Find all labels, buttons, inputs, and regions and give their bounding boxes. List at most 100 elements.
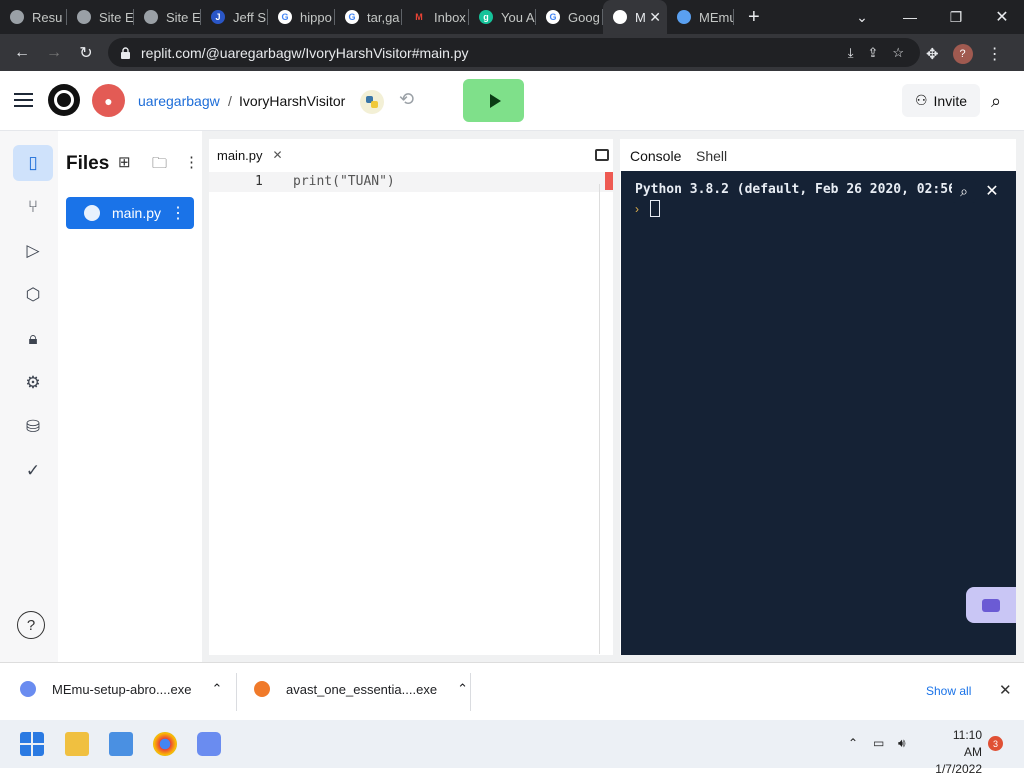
browser-menu-icon[interactable]: ⋮ [987,44,1003,64]
chevron-up-icon[interactable]: ⌃ [211,681,222,697]
files-title: Files [66,153,110,174]
file-menu-icon[interactable]: ⋮ [170,203,186,223]
profile-avatar[interactable]: ? [952,44,973,64]
lock-icon [121,46,130,59]
console-search-icon[interactable]: ⌕ [952,179,976,203]
browser-tab[interactable]: Ghippo [268,0,335,34]
share-icon[interactable]: ⇪ [867,45,878,61]
console-output: Python 3.8.2 (default, Feb 26 2020, 02:5… [635,182,965,197]
avatar[interactable]: ● [92,84,125,117]
tab-shell[interactable]: Shell [688,139,735,169]
python-file-icon [84,205,100,221]
minimize-icon[interactable]: — [888,0,932,34]
forward-icon[interactable]: → [38,44,70,62]
browser-tab[interactable]: J Jeff S [201,0,268,34]
url-bar[interactable]: replit.com/@uaregarbagw/IvoryHarshVisito… [108,38,920,67]
tab-console[interactable]: Console [622,139,689,169]
reload-icon[interactable]: ↻ [70,43,102,63]
checkmark-icon[interactable]: ✓ [13,453,53,489]
close-window-icon[interactable]: ✕ [980,0,1024,34]
browser-tab[interactable]: Site E [134,0,201,34]
extensions-icon[interactable]: ✥ [926,45,939,63]
chevron-up-icon[interactable]: ⌃ [457,681,468,697]
file-explorer-icon[interactable] [65,732,89,756]
browser-tab[interactable]: g You A [469,0,536,34]
version-control-icon[interactable]: ⑂ [13,189,53,225]
username-link[interactable]: uaregarbagw [138,93,220,109]
hamburger-menu-icon[interactable] [14,93,33,107]
run-button[interactable] [463,79,524,122]
settings-gear-icon[interactable]: ⚙ [13,365,53,401]
line-number: 1 [255,174,263,189]
browser-tab[interactable]: G Goog [536,0,603,34]
replit-header: ● uaregarbagw / IvoryHarshVisitor ⟲ ⚇ Inv… [0,71,1024,131]
browser-tab[interactable]: Gtar,ga [335,0,402,34]
code-editor[interactable]: main.py ✕ 1 print("TUAN") [209,139,613,655]
replit-logo[interactable] [48,84,80,116]
console-cursor [650,200,660,217]
browser-tab-active[interactable]: M ✕ [603,0,667,34]
database-icon[interactable]: ⛁ [13,409,53,445]
add-user-icon: ⚇ [914,92,928,108]
console[interactable]: Python 3.8.2 (default, Feb 26 2020, 02:5… [621,171,1016,655]
prompt-icon: › [635,202,639,216]
bookmark-star-icon[interactable]: ☆ [892,45,904,61]
files-tool-icon[interactable]: ▯ [13,145,53,181]
avast-installer-icon [254,681,270,697]
close-downloads-icon[interactable]: ✕ [999,681,1012,699]
memu-icon[interactable] [197,732,221,756]
chrome-icon[interactable] [153,732,177,756]
close-tab-icon[interactable]: ✕ [649,9,661,26]
replit-icon [613,10,627,24]
download-item[interactable]: avast_one_essentia....exe ⌃ [254,681,468,697]
console-close-icon[interactable]: ✕ [980,179,1004,203]
download-item[interactable]: MEmu-setup-abro....exe ⌃ [20,681,222,697]
editor-tab-main-py[interactable]: main.py ✕ [209,139,291,169]
code-line[interactable]: print("TUAN") [293,174,395,189]
globe-icon [77,10,91,24]
url-text: replit.com/@uaregarbagw/IvoryHarshVisito… [141,44,469,61]
tab-search-icon[interactable]: ⌄ [840,0,884,34]
clock-time: 11:10 AM [952,728,982,759]
packages-icon[interactable]: ⬡ [13,277,53,313]
close-editor-tab-icon[interactable]: ✕ [273,148,283,162]
browser-tab[interactable]: M Inbox [402,0,469,34]
new-tab-icon[interactable]: + [748,6,760,29]
network-icon[interactable]: ▭ [873,736,884,750]
globe-icon [144,10,158,24]
volume-icon[interactable]: 🔊︎ [898,736,906,751]
notification-badge[interactable]: 3 [988,736,1003,751]
show-all-link[interactable]: Show all [926,684,971,698]
clock[interactable]: 11:10 AM 1/7/2022 [934,727,982,778]
google-icon: G [278,10,292,24]
editor-layout-icon[interactable] [595,149,609,161]
search-icon[interactable]: ⌕ [991,91,1001,112]
tool-rail: ▯ ⑂ ▷ ⬡ 🔒︎ ⚙ ⛁ ✓ ? [0,131,58,662]
history-icon[interactable]: ⟲ [399,89,414,110]
help-button[interactable]: ? [17,611,45,639]
memu-icon [677,10,691,24]
install-icon[interactable]: ⤓ [848,45,854,61]
file-item-main-py[interactable]: main.py ⋮ [66,197,194,229]
memu-installer-icon [20,681,36,697]
files-panel: Files ⊞ 🗀 ⋮ main.py ⋮ [58,131,202,662]
files-menu-icon[interactable]: ⋮ [184,153,199,171]
new-folder-icon[interactable]: 🗀 [152,153,167,178]
python-language-icon[interactable] [360,90,384,114]
tray-chevron-up-icon[interactable]: ⌃ [848,736,858,750]
secrets-lock-icon[interactable]: 🔒︎ [13,321,53,357]
back-icon[interactable]: ← [6,44,38,62]
browser-tab[interactable]: Site E [67,0,134,34]
repl-name[interactable]: IvoryHarshVisitor [239,93,345,109]
restore-icon[interactable]: ❐ [934,0,978,34]
browser-tab[interactable]: Resu [0,0,67,34]
grammarly-icon: g [479,10,493,24]
feedback-chat-icon[interactable] [966,587,1016,623]
invite-button[interactable]: ⚇ Invite [902,84,980,117]
store-icon[interactable] [109,732,133,756]
debugger-icon[interactable]: ▷ [13,233,53,269]
breadcrumb-separator: / [228,93,232,109]
new-file-icon[interactable]: ⊞ [118,153,131,171]
windows-start-icon[interactable] [20,732,44,756]
browser-tab[interactable]: MEmu [667,0,734,34]
